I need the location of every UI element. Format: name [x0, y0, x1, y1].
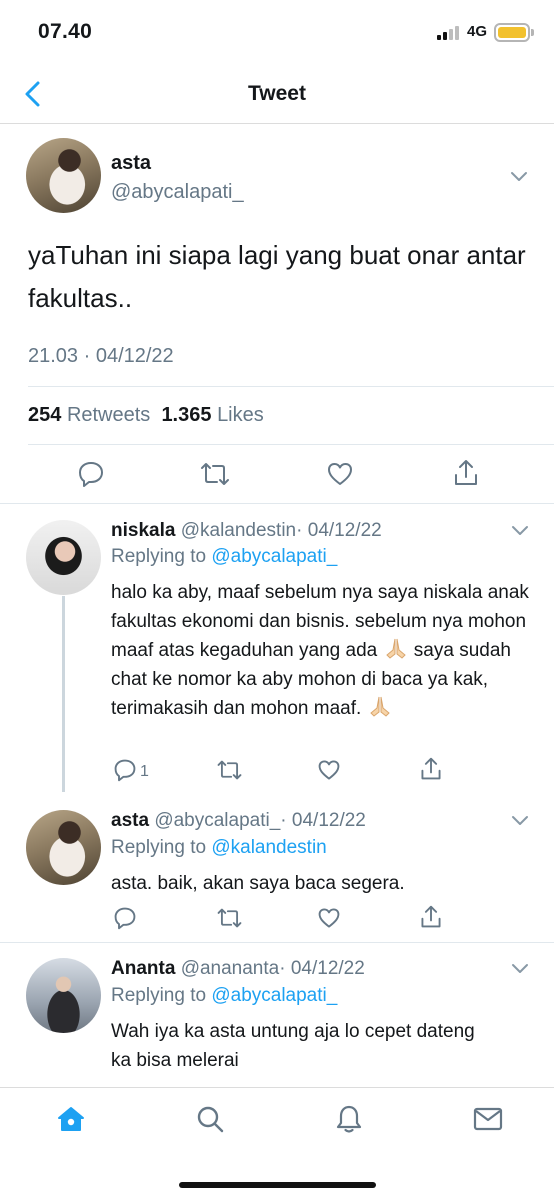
reply-button[interactable] [113, 906, 137, 930]
chevron-down-icon [512, 816, 528, 825]
retweet-icon [217, 760, 242, 780]
reply-button[interactable] [77, 460, 105, 488]
share-icon [421, 757, 441, 780]
page-title: Tweet [248, 82, 306, 105]
reply-text: Wah iya ka asta untung aja lo cepet date… [111, 1021, 475, 1071]
replying-to-handle[interactable]: @abycalapati_ [211, 985, 337, 1006]
like-count[interactable]: 1.365 [161, 404, 211, 426]
like-button[interactable] [317, 906, 341, 930]
folded-hands-icon [369, 696, 390, 717]
chevron-down-icon [512, 526, 528, 535]
network-label: 4G [467, 23, 488, 40]
divider [28, 444, 554, 445]
retweet-icon [201, 463, 229, 485]
like-button[interactable] [326, 460, 354, 488]
replying-to-handle[interactable]: @kalandestin [211, 837, 326, 858]
signal-icon [437, 26, 463, 40]
battery-cap [531, 29, 534, 36]
home-icon [58, 1107, 84, 1131]
tweet-author-handle[interactable]: @abycalapati_ [111, 181, 244, 204]
chevron-down-icon [511, 172, 527, 181]
share-button[interactable] [419, 756, 443, 782]
tweet-stats: 254 Retweets 1.365 Likes [28, 404, 264, 427]
tweet-text: yaTuhan ini siapa lagi yang buat onar an… [28, 240, 526, 313]
tab-search[interactable] [195, 1104, 225, 1139]
reply-date: · 04/12/22 [296, 520, 382, 541]
retweet-button[interactable] [216, 906, 243, 930]
reply-header: niskala @kalandestin· 04/12/22 [111, 520, 382, 542]
retweet-button[interactable] [199, 460, 231, 488]
reply-button[interactable] [113, 758, 137, 782]
reply-icon [114, 759, 136, 782]
share-icon [455, 460, 477, 485]
reply-header: Ananta @anananta· 04/12/22 [111, 958, 365, 980]
replying-to: Replying to @kalandestin [111, 837, 327, 859]
heart-icon [328, 463, 352, 485]
replying-to-label: Replying to [111, 837, 207, 858]
reply-options-button[interactable] [511, 524, 529, 542]
retweet-button[interactable] [216, 758, 243, 782]
avatar[interactable] [26, 958, 101, 1033]
reply-author-handle[interactable]: @kalandestin [181, 520, 296, 541]
avatar[interactable] [26, 138, 101, 213]
retweet-icon [217, 908, 242, 928]
folded-hands-icon [385, 638, 406, 659]
tweet-timestamp: 21.03 · 04/12/22 [28, 345, 174, 367]
replying-to-handle[interactable]: @abycalapati_ [211, 546, 337, 567]
reply-icon [79, 462, 103, 487]
tab-home[interactable] [56, 1105, 86, 1138]
replying-to: Replying to @abycalapati_ [111, 546, 337, 568]
reply-text: asta. baik, akan saya baca segera. [111, 873, 405, 894]
share-icon [421, 905, 441, 928]
tweet-author-name[interactable]: asta [111, 152, 151, 175]
reply-date: · 04/12/22 [280, 810, 366, 831]
reply-count: 1 [140, 763, 149, 780]
thread-line [62, 596, 65, 792]
retweets-label[interactable]: Retweets [67, 404, 150, 426]
reply-header: asta @abycalapati_· 04/12/22 [111, 810, 366, 832]
chevron-down-icon [512, 964, 528, 973]
divider [0, 942, 554, 943]
avatar[interactable] [26, 520, 101, 595]
divider [28, 386, 554, 387]
reply-author-name[interactable]: Ananta [111, 958, 175, 979]
divider [0, 503, 554, 504]
heart-icon [318, 908, 340, 928]
mail-icon [473, 1107, 503, 1131]
status-time: 07.40 [38, 20, 93, 43]
reply-options-button[interactable] [511, 962, 529, 980]
reply-author-handle[interactable]: @abycalapati_ [154, 810, 280, 831]
tab-notifications[interactable] [334, 1103, 364, 1140]
share-button[interactable] [452, 458, 480, 488]
reply-text: halo ka aby, maaf sebelum nya saya niska… [111, 578, 531, 723]
tweet-options-button[interactable] [510, 170, 528, 188]
like-button[interactable] [317, 758, 341, 782]
search-icon [197, 1106, 224, 1133]
replying-to-label: Replying to [111, 985, 207, 1006]
bell-icon [336, 1105, 362, 1133]
home-indicator [179, 1182, 376, 1188]
likes-label[interactable]: Likes [217, 404, 264, 426]
reply-author-handle[interactable]: @anananta [181, 958, 280, 979]
reply-author-name[interactable]: niskala [111, 520, 175, 541]
avatar[interactable] [26, 810, 101, 885]
battery-icon [494, 23, 530, 42]
retweet-count[interactable]: 254 [28, 404, 61, 426]
tab-messages[interactable] [472, 1106, 504, 1137]
replying-to-label: Replying to [111, 546, 207, 567]
reply-icon [114, 907, 136, 930]
reply-date: · 04/12/22 [279, 958, 365, 979]
share-button[interactable] [419, 904, 443, 930]
header-divider [0, 123, 554, 124]
reply-author-name[interactable]: asta [111, 810, 149, 831]
reply-options-button[interactable] [511, 814, 529, 832]
heart-icon [318, 760, 340, 780]
replying-to: Replying to @abycalapati_ [111, 985, 337, 1007]
